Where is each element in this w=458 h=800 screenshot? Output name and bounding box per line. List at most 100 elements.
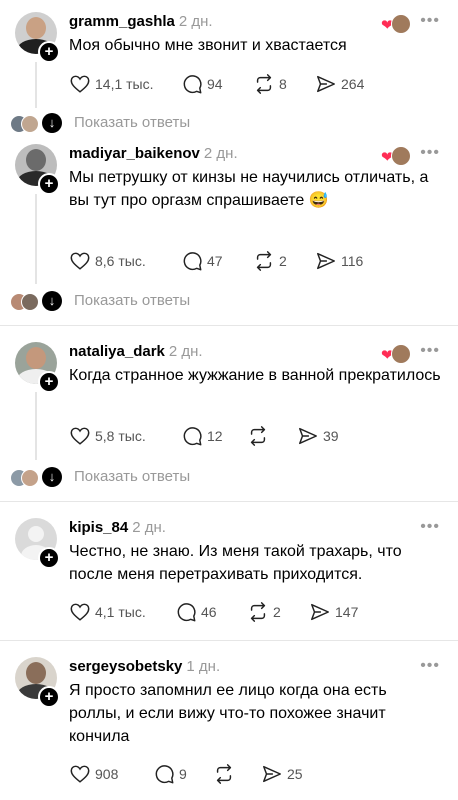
arrow-down-icon[interactable]: ↓: [42, 467, 62, 487]
share-button[interactable]: 116: [315, 250, 363, 272]
thread-line: [35, 62, 37, 108]
liked-by-author-badge: ❤: [381, 344, 411, 364]
more-dots-icon[interactable]: •••: [420, 144, 440, 162]
follow-plus-icon[interactable]: +: [38, 371, 60, 393]
share-arrow-icon: [263, 765, 281, 783]
more-dots-icon[interactable]: •••: [420, 342, 440, 360]
repost-icon: [216, 764, 232, 784]
share-button[interactable]: 25: [261, 763, 303, 785]
like-button[interactable]: 5,8 тыс.: [69, 425, 146, 447]
timestamp: 2 дн.: [132, 519, 166, 536]
heart-icon: [70, 75, 90, 93]
heart-icon: [70, 252, 90, 270]
like-count: 908: [95, 766, 119, 782]
more-dots-icon[interactable]: •••: [420, 12, 440, 30]
share-arrow-icon: [317, 252, 335, 270]
action-bar: 5,8 тыс. 12 39: [69, 425, 449, 447]
share-button[interactable]: 39: [297, 425, 339, 447]
follow-plus-icon[interactable]: +: [38, 547, 60, 569]
heart-icon: [70, 765, 90, 783]
comment-text: Когда странное жужжание в ванной прекрат…: [69, 367, 441, 384]
show-replies-row[interactable]: ↓ Показать ответы: [10, 291, 450, 311]
comment-count: 46: [201, 604, 217, 620]
timestamp: 2 дн.: [203, 145, 238, 162]
heart-icon: [70, 603, 90, 621]
author-avatar: [391, 14, 411, 34]
comment-count: 94: [207, 76, 223, 92]
repost-button[interactable]: [247, 425, 269, 447]
comment-header: kipis_84 2 дн.: [69, 519, 166, 536]
arrow-down-icon[interactable]: ↓: [42, 113, 62, 133]
more-dots-icon[interactable]: •••: [420, 657, 440, 675]
like-count: 14,1 тыс.: [95, 76, 154, 92]
heart-icon: [70, 427, 90, 445]
repost-icon: [250, 602, 266, 622]
username[interactable]: sergeysobetsky: [69, 658, 182, 675]
comment-header: sergeysobetsky 1 дн.: [69, 658, 220, 675]
action-bar: 8,6 тыс. 47 2 116: [69, 250, 449, 272]
show-replies-row[interactable]: ↓ Показать ответы: [10, 113, 450, 133]
comment-bubble-icon: [183, 75, 202, 94]
timestamp: 2 дн.: [168, 343, 203, 360]
repost-count: 8: [279, 76, 287, 92]
thread-line: [35, 194, 37, 284]
username[interactable]: madiyar_baikenov: [69, 145, 200, 162]
comment-button[interactable]: 9: [153, 763, 187, 785]
comment-button[interactable]: 12: [181, 425, 223, 447]
comment-bubble-icon: [183, 427, 202, 446]
comment-count: 12: [207, 428, 223, 444]
comment-text: Мы петрушку от кинзы не научились отлича…: [69, 169, 429, 209]
follow-plus-icon[interactable]: +: [38, 173, 60, 195]
follow-plus-icon[interactable]: +: [38, 41, 60, 63]
avatar: [21, 293, 39, 311]
username[interactable]: gramm_gashla: [69, 13, 175, 30]
share-count: 116: [341, 253, 364, 269]
timestamp: 1 дн.: [186, 658, 221, 675]
comment-bubble-icon: [177, 603, 196, 622]
thread-line: [35, 392, 37, 460]
username[interactable]: nataliya_dark: [69, 343, 165, 360]
avatar: [21, 115, 39, 133]
share-button[interactable]: 264: [315, 73, 364, 95]
liked-by-author-badge: ❤: [381, 146, 411, 166]
comment-text: Моя обычно мне звонит и хвастается: [69, 37, 347, 54]
comment-button[interactable]: 46: [175, 601, 217, 623]
arrow-down-icon[interactable]: ↓: [42, 291, 62, 311]
comment-button[interactable]: 94: [181, 73, 223, 95]
repost-count: 2: [273, 604, 281, 620]
divider: [0, 501, 458, 502]
show-replies-link[interactable]: Показать ответы: [74, 468, 190, 485]
like-button[interactable]: 8,6 тыс.: [69, 250, 146, 272]
avatar: [21, 469, 39, 487]
repost-icon: [256, 251, 272, 271]
show-replies-link[interactable]: Показать ответы: [74, 114, 190, 131]
share-count: 25: [287, 766, 303, 782]
follow-plus-icon[interactable]: +: [38, 686, 60, 708]
like-count: 4,1 тыс.: [95, 604, 146, 620]
repost-button[interactable]: 8: [253, 73, 287, 95]
show-replies-link[interactable]: Показать ответы: [74, 292, 190, 309]
share-button[interactable]: 147: [309, 601, 358, 623]
comment-header: nataliya_dark 2 дн.: [69, 343, 203, 360]
like-button[interactable]: 14,1 тыс.: [69, 73, 154, 95]
divider: [0, 325, 458, 326]
share-arrow-icon: [317, 75, 335, 93]
username[interactable]: kipis_84: [69, 519, 128, 536]
action-bar: 4,1 тыс. 46 2 147: [69, 601, 449, 623]
repost-icon: [250, 426, 266, 446]
like-button[interactable]: 908: [69, 763, 118, 785]
share-arrow-icon: [311, 603, 329, 621]
repost-button[interactable]: 2: [247, 601, 281, 623]
comment-header: madiyar_baikenov 2 дн.: [69, 145, 238, 162]
share-count: 39: [323, 428, 339, 444]
comment-count: 47: [207, 253, 223, 269]
repost-button[interactable]: [213, 763, 235, 785]
show-replies-row[interactable]: ↓ Показать ответы: [10, 467, 450, 487]
author-avatar: [391, 344, 411, 364]
repost-button[interactable]: 2: [253, 250, 287, 272]
more-dots-icon[interactable]: •••: [420, 518, 440, 536]
comment-button[interactable]: 47: [181, 250, 223, 272]
comment-text: Честно, не знаю. Из меня такой трахарь, …: [69, 543, 402, 583]
like-button[interactable]: 4,1 тыс.: [69, 601, 146, 623]
comment-text: Я просто запомнил ее лицо когда она есть…: [69, 682, 387, 745]
